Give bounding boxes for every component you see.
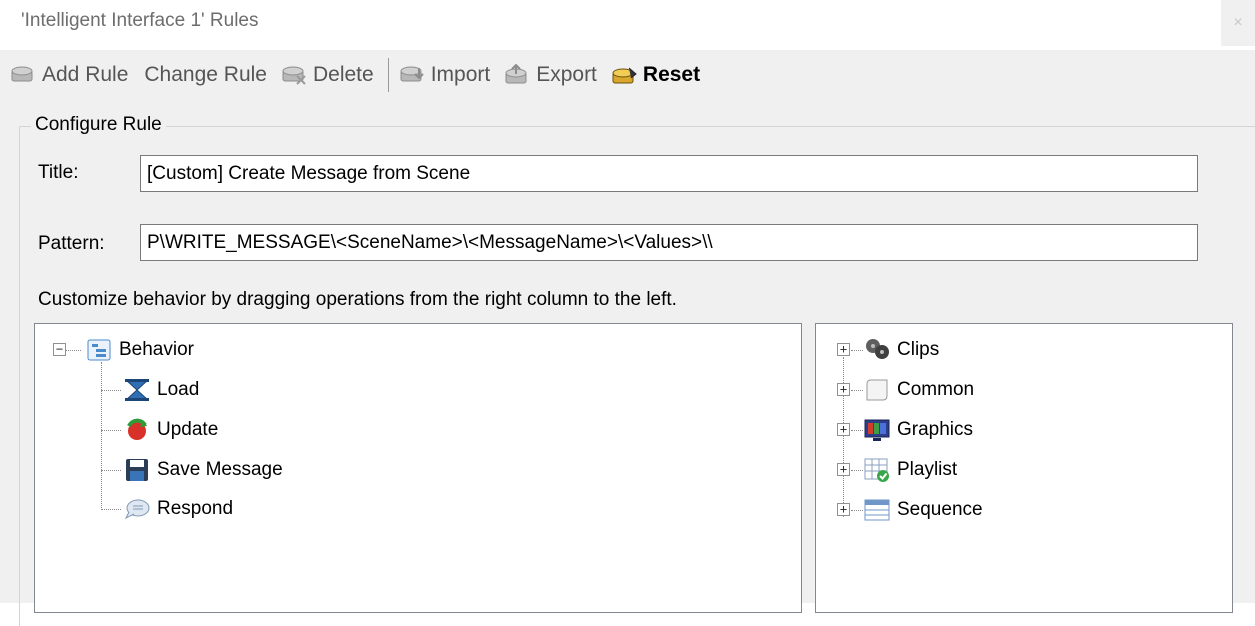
- reset-button[interactable]: Reset: [609, 63, 700, 87]
- tree-node-save-message[interactable]: Save Message: [123, 455, 283, 485]
- tree-node-common[interactable]: Common: [863, 375, 974, 405]
- playlist-grid-icon: [864, 458, 889, 482]
- floppy-disk-icon: [126, 459, 148, 481]
- scroll-icon: [866, 379, 888, 401]
- toolbar-separator: [387, 58, 389, 92]
- add-rule-button[interactable]: Add Rule: [8, 63, 128, 87]
- monitor-icon: [864, 419, 890, 441]
- tree-node-graphics[interactable]: Graphics: [863, 415, 973, 445]
- common-expand-toggle[interactable]: +: [837, 383, 850, 396]
- add-rule-label: Add Rule: [42, 63, 129, 86]
- window-title: 'Intelligent Interface 1' Rules: [21, 10, 259, 31]
- toolbar: Add Rule Change Rule Delete Import Expor…: [0, 50, 1255, 100]
- title-bar: 'Intelligent Interface 1' Rules ×: [0, 0, 1255, 50]
- change-rule-label: Change Rule: [144, 63, 267, 86]
- tree-label-behavior: Behavior: [119, 339, 194, 360]
- import-icon: [400, 66, 424, 82]
- playlist-expand-toggle[interactable]: +: [837, 463, 850, 476]
- update-refresh-icon: [127, 418, 147, 440]
- tree-label-sequence: Sequence: [897, 499, 983, 520]
- tree-node-playlist[interactable]: Playlist: [863, 455, 957, 485]
- graphics-expand-toggle[interactable]: +: [837, 423, 850, 436]
- export-label: Export: [536, 63, 597, 86]
- add-rule-icon: [11, 66, 33, 82]
- tree-label-update: Update: [157, 419, 219, 440]
- tree-node-behavior[interactable]: Behavior: [85, 335, 194, 365]
- tree-label-common: Common: [897, 379, 975, 400]
- clips-expand-toggle[interactable]: +: [837, 343, 850, 356]
- behavior-collapse-toggle[interactable]: −: [53, 343, 66, 356]
- tree-label-respond: Respond: [157, 498, 234, 519]
- tree-label-graphics: Graphics: [897, 419, 974, 440]
- pattern-label: Pattern:: [38, 233, 105, 254]
- tree-node-respond[interactable]: Respond: [123, 494, 233, 524]
- tree-node-load[interactable]: Load: [123, 375, 199, 405]
- delete-icon: [282, 66, 306, 85]
- tree-node-sequence[interactable]: Sequence: [863, 495, 983, 525]
- load-hourglass-icon: [124, 379, 150, 401]
- reset-label: Reset: [642, 63, 701, 86]
- speech-bubble-icon: [124, 499, 150, 520]
- change-rule-button[interactable]: Change Rule: [140, 63, 267, 87]
- delete-label: Delete: [312, 63, 374, 86]
- close-icon: ×: [1233, 14, 1243, 31]
- reset-icon: [612, 67, 637, 84]
- import-label: Import: [430, 63, 491, 86]
- sequence-expand-toggle[interactable]: +: [837, 503, 850, 516]
- delete-button[interactable]: Delete: [279, 63, 374, 87]
- title-label: Title:: [38, 162, 79, 183]
- behavior-tree[interactable]: − Behavior Load Update Save Message Resp…: [34, 323, 802, 613]
- operations-tree[interactable]: + Clips + Common + Graphics + Playlist +…: [815, 323, 1233, 613]
- drag-hint-text: Customize behavior by dragging operation…: [38, 289, 677, 310]
- tree-label-clips: Clips: [897, 339, 940, 360]
- title-input[interactable]: [140, 155, 1198, 192]
- import-button[interactable]: Import: [397, 63, 491, 87]
- close-button[interactable]: ×: [1221, 0, 1255, 46]
- tree-label-playlist: Playlist: [897, 459, 958, 480]
- film-reel-icon: [866, 339, 889, 359]
- configure-rule-heading: Configure Rule: [31, 114, 166, 136]
- tree-node-clips[interactable]: Clips: [863, 335, 939, 365]
- tree-label-load: Load: [157, 379, 200, 400]
- tree-node-update[interactable]: Update: [123, 415, 218, 445]
- export-button[interactable]: Export: [502, 63, 597, 87]
- pattern-input[interactable]: [140, 224, 1198, 261]
- tree-label-save-message: Save Message: [157, 459, 283, 480]
- export-icon: [505, 64, 527, 84]
- behavior-tree-icon: [87, 339, 111, 361]
- sequence-list-icon: [864, 499, 890, 521]
